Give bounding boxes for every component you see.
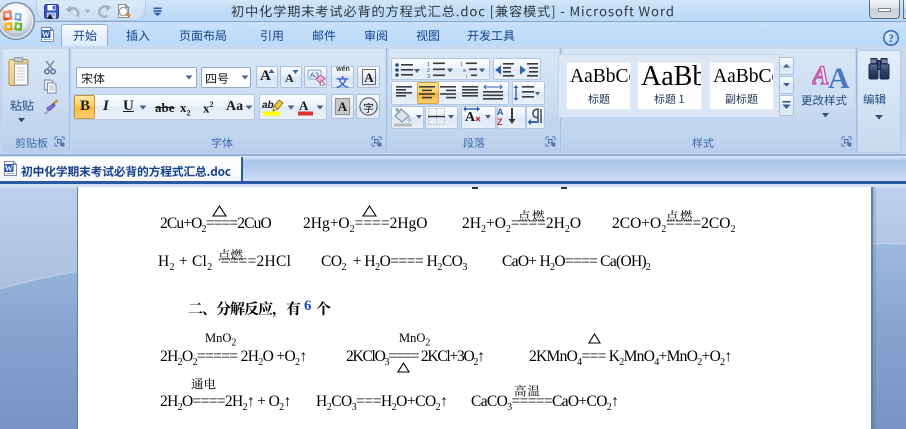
svg-text:W: W (42, 30, 50, 39)
svg-text:ab: ab (262, 100, 274, 111)
svg-text:A: A (828, 62, 850, 90)
svg-text:A: A (299, 98, 309, 113)
svg-text:3: 3 (427, 74, 430, 79)
svg-text:A: A (465, 110, 476, 125)
svg-text:?: ? (888, 33, 894, 45)
svg-text:A: A (812, 61, 829, 90)
svg-text:i: i (466, 74, 467, 79)
svg-text:A: A (497, 107, 504, 117)
svg-text:W: W (5, 164, 13, 173)
svg-text:Z: Z (497, 117, 503, 127)
